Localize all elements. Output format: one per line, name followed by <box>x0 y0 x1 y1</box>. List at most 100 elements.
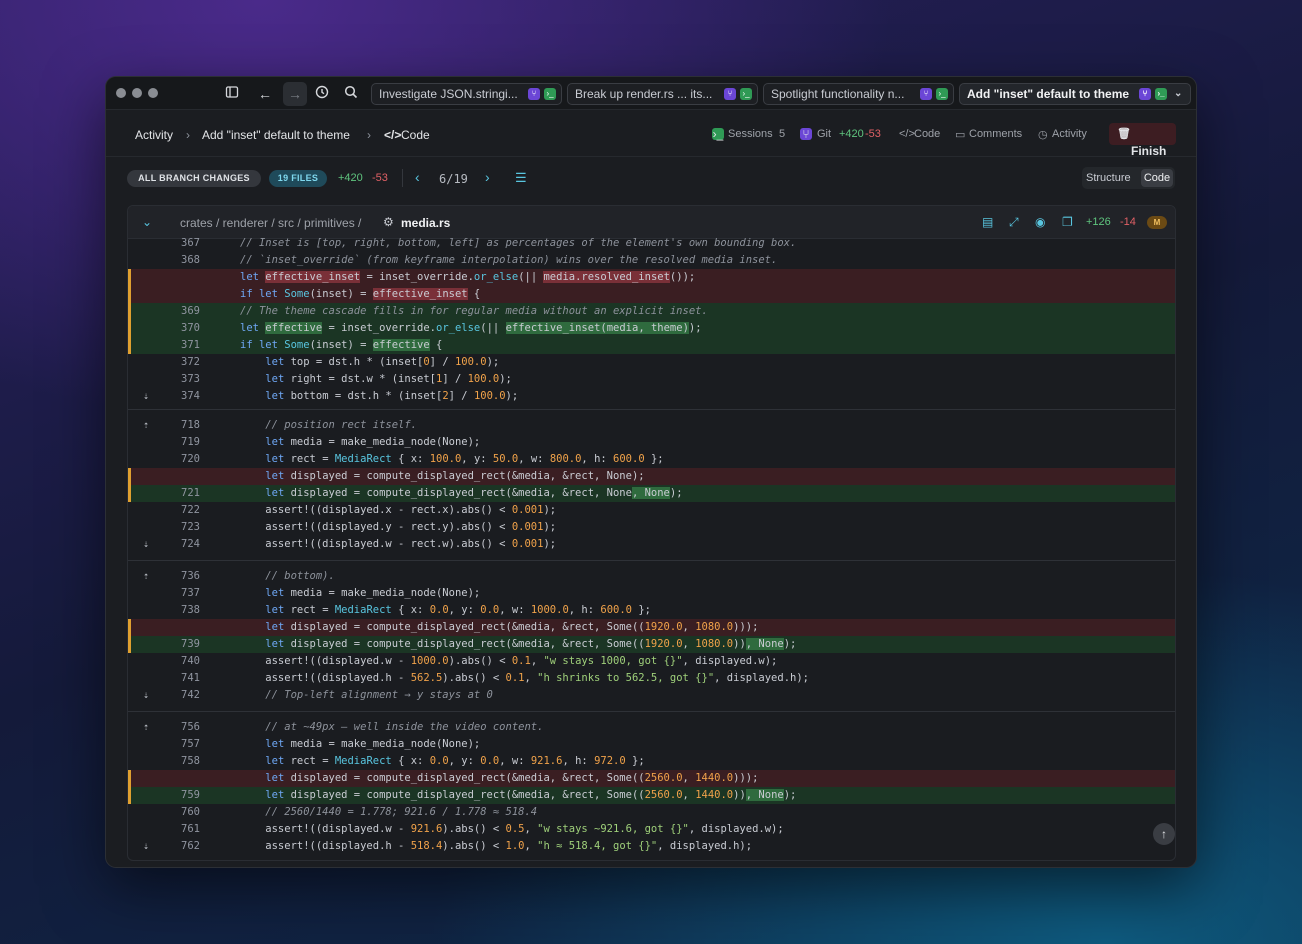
code-line: ⇡ 756 // at ~49px — well inside the video… <box>128 719 1175 736</box>
terminal-icon: ›_ <box>712 127 724 141</box>
trash-icon: 🗑 <box>1117 128 1131 140</box>
files-count-badge[interactable]: 19 FILES <box>269 170 327 187</box>
removed-line: let displayed = compute_displayed_rect(&… <box>128 770 1175 787</box>
sessions-count: 5 <box>779 128 786 140</box>
activity-link[interactable]: Activity <box>1052 128 1087 140</box>
file-path: crates / renderer / src / primitives / <box>180 216 362 230</box>
git-deletions: -53 <box>865 128 881 140</box>
comments-link[interactable]: Comments <box>969 128 1022 140</box>
finish-button[interactable]: 🗑 Finish <box>1109 123 1176 158</box>
tab-label: Investigate JSON.stringi... <box>379 87 518 101</box>
code-line: 368// `inset_override` (from keyframe in… <box>181 254 778 266</box>
search-icon[interactable] <box>342 85 360 103</box>
file-additions: +126 <box>1086 216 1111 228</box>
diff-code: 367// Inset is [top, right, bottom, left… <box>128 237 1175 860</box>
back-arrow-icon[interactable]: ← <box>256 85 274 103</box>
code-line: ⇡ 718 // position rect itself. <box>128 417 1175 434</box>
history-clock-icon[interactable] <box>313 85 331 103</box>
hunk-separator <box>128 409 1175 410</box>
pr-icon: ⑂ <box>800 128 812 140</box>
code-line: 758 let rect = MediaRect { x: 0.0, y: 0.… <box>181 755 645 767</box>
hunk-separator <box>128 711 1175 712</box>
breadcrumb-code[interactable]: Code <box>401 128 430 142</box>
zoom-window-dot[interactable] <box>148 88 158 98</box>
breadcrumb-activity[interactable]: Activity <box>135 128 173 142</box>
tab-label: Add "inset" default to theme <box>967 87 1130 101</box>
file-list-icon[interactable]: ☰ <box>515 170 527 186</box>
comment-icon: ▭ <box>955 129 966 141</box>
tab-break-up-render[interactable]: Break up render.rs ... its... ⑂ ›_ <box>567 83 758 105</box>
git-link[interactable]: Git <box>817 128 831 140</box>
terminal-icon: ›_ <box>1155 88 1167 100</box>
expand-icon[interactable]: ⤢ <box>1009 215 1019 230</box>
eye-icon[interactable]: ◉ <box>1035 215 1045 229</box>
expand-down-icon[interactable]: ⇣ <box>143 536 149 553</box>
tab-investigate-json[interactable]: Investigate JSON.stringi... ⑂ ›_ <box>371 83 562 105</box>
app-window: ← → Investigate JSON.stringi... ⑂ ›_ Bre… <box>105 76 1197 868</box>
terminal-icon: ›_ <box>544 88 556 100</box>
changes-deletions: -53 <box>372 172 388 184</box>
diff-panel: ⌄ crates / renderer / src / primitives /… <box>127 205 1176 861</box>
arrow-up-icon: ↑ <box>1161 827 1167 841</box>
code-line: 723 assert!((displayed.y - rect.y).abs()… <box>181 521 557 533</box>
chevron-right-icon: › <box>367 128 371 142</box>
history-icon: ◷ <box>1038 129 1048 141</box>
added-line: 371 if let Some(inset) = effective { <box>128 337 1175 354</box>
view-mode-toggle: Structure Code <box>1082 167 1175 189</box>
code-line: ⇣ 724 assert!((displayed.w - rect.w).abs(… <box>128 536 1175 553</box>
divider <box>402 169 403 187</box>
tab-spotlight-functionality[interactable]: Spotlight functionality n... ⑂ ›_ <box>763 83 954 105</box>
changes-additions: +420 <box>338 172 363 184</box>
expand-up-icon[interactable]: ⇡ <box>143 568 149 585</box>
pr-icon: ⑂ <box>920 88 932 100</box>
collapse-chevron-icon[interactable]: ⌄ <box>142 215 152 229</box>
terminal-icon: ›_ <box>936 88 948 100</box>
expand-down-icon[interactable]: ⇣ <box>143 838 149 855</box>
comment-add-icon[interactable]: ▤ <box>982 215 993 229</box>
changes-toolbar: ALL BRANCH CHANGES 19 FILES +420 -53 ‹ 6… <box>106 157 1196 203</box>
added-line: 369// The theme cascade fills in for reg… <box>128 303 1175 320</box>
file-pager: 6/19 <box>439 172 468 186</box>
expand-down-icon[interactable]: ⇣ <box>143 687 149 704</box>
pr-icon: ⑂ <box>724 88 736 100</box>
removed-line: let displayed = compute_displayed_rect(&… <box>128 468 1175 485</box>
added-line: 721 let displayed = compute_displayed_re… <box>128 485 1175 502</box>
code-brackets-icon: </> <box>384 128 402 142</box>
breadcrumb-task[interactable]: Add "inset" default to theme <box>202 128 350 142</box>
tab-add-inset-default[interactable]: Add "inset" default to theme ⑂ ›_ ⌄ <box>959 83 1191 105</box>
chevron-down-icon[interactable]: ⌄ <box>1174 84 1182 104</box>
sidebar-toggle-icon[interactable] <box>223 85 241 103</box>
minimize-window-dot[interactable] <box>132 88 142 98</box>
code-line: 740 assert!((displayed.w - 1000.0).abs()… <box>181 655 778 667</box>
forward-arrow-icon[interactable]: → <box>283 82 307 106</box>
code-view-button[interactable]: Code <box>1141 169 1173 187</box>
expand-down-icon[interactable]: ⇣ <box>143 388 149 405</box>
code-line: ⇣ 374 let bottom = dst.h * (inset[2] / 10… <box>128 388 1175 405</box>
file-deletions: -14 <box>1120 216 1136 228</box>
rust-file-icon: ⚙ <box>383 215 394 229</box>
scroll-to-top-button[interactable]: ↑ <box>1153 823 1175 845</box>
code-line: 722 assert!((displayed.x - rect.x).abs()… <box>181 504 557 516</box>
sessions-link[interactable]: Sessions <box>728 128 773 140</box>
terminal-icon: ›_ <box>740 88 752 100</box>
code-line: ⇣ 742 // Top-left alignment → y stays at … <box>128 687 1175 704</box>
code-line: 372 let top = dst.h * (inset[0] / 100.0)… <box>181 356 500 368</box>
structure-view-button[interactable]: Structure <box>1086 172 1131 184</box>
hunk-separator <box>128 560 1175 561</box>
all-branch-changes-button[interactable]: ALL BRANCH CHANGES <box>127 170 261 187</box>
code-line: 757 let media = make_media_node(None); <box>181 738 481 750</box>
added-line: 759 let displayed = compute_displayed_re… <box>128 787 1175 804</box>
title-bar: ← → Investigate JSON.stringi... ⑂ ›_ Bre… <box>106 77 1196 110</box>
next-file-icon[interactable]: › <box>485 169 490 185</box>
breadcrumb-header: Activity › Add "inset" default to theme … <box>106 111 1196 158</box>
copy-icon[interactable]: ❐ <box>1062 215 1073 229</box>
code-line: 761 assert!((displayed.w - 921.6).abs() … <box>181 823 784 835</box>
code-link[interactable]: Code <box>914 128 940 140</box>
code-line: 737 let media = make_media_node(None); <box>181 587 481 599</box>
close-window-dot[interactable] <box>116 88 126 98</box>
previous-file-icon[interactable]: ‹ <box>415 169 420 185</box>
expand-up-icon[interactable]: ⇡ <box>143 417 149 434</box>
expand-up-icon[interactable]: ⇡ <box>143 719 149 736</box>
code-line: 367// Inset is [top, right, bottom, left… <box>181 237 797 249</box>
file-name: media.rs <box>401 216 451 230</box>
